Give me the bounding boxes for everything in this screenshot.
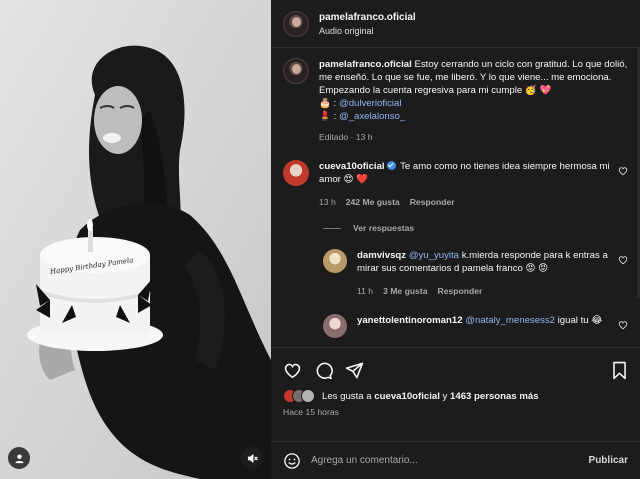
- caption-countdown: Empezando la cuenta regresiva para mi cu…: [319, 85, 552, 96]
- likes-user[interactable]: cueva10oficial: [374, 391, 440, 402]
- caption-username[interactable]: pamelafranco.oficial: [319, 59, 412, 70]
- verified-icon: [386, 161, 396, 170]
- caption-credit-2-handle[interactable]: @_axelalonso_: [339, 111, 405, 122]
- caption: pamelafranco.oficial Estoy cerrando un c…: [283, 58, 628, 144]
- likes-count[interactable]: 1463 personas más: [450, 391, 539, 402]
- reply-button[interactable]: Responder: [438, 285, 483, 298]
- likes-summary[interactable]: Les gusta a cueva10oficial y 1463 person…: [283, 389, 628, 403]
- view-replies-toggle[interactable]: Ver respuestas: [323, 223, 628, 233]
- avatar[interactable]: [283, 10, 309, 37]
- avatar[interactable]: [323, 249, 347, 273]
- mute-icon: [247, 453, 258, 463]
- post-photo: Happy Birthday Pamela: [0, 0, 271, 479]
- view-replies-label[interactable]: Ver respuestas: [353, 223, 414, 233]
- reply-username[interactable]: damvivsqz: [357, 250, 406, 261]
- heart-icon[interactable]: [618, 320, 628, 330]
- comment-input[interactable]: Agrega un comentario...: [311, 455, 579, 466]
- reply-text: igual tu 😂: [557, 315, 603, 326]
- comment-username[interactable]: cueva10oficial: [319, 161, 385, 172]
- publish-button[interactable]: Publicar: [589, 455, 628, 466]
- caption-edited: Editado · 13 h: [319, 132, 373, 142]
- likes-prefix: Les gusta a: [322, 390, 375, 402]
- avatar[interactable]: [283, 58, 309, 84]
- caption-credit-1-emoji: 🎂 :: [319, 98, 337, 109]
- emoji-icon[interactable]: [283, 452, 301, 470]
- caption-credit-1-handle[interactable]: @dulverioficial: [339, 98, 402, 109]
- reply-time[interactable]: 11 h: [357, 285, 373, 298]
- posted-time: Hace 15 horas: [283, 407, 339, 417]
- post-media[interactable]: Happy Birthday Pamela: [0, 0, 271, 479]
- bookmark-icon[interactable]: [611, 361, 628, 380]
- comment-icon[interactable]: [314, 361, 333, 380]
- author-username[interactable]: pamelafranco.oficial: [319, 12, 416, 23]
- reply-item: damvivsqz @yu_yuyita k.mierda responde p…: [323, 249, 628, 298]
- avatar[interactable]: [323, 314, 347, 338]
- post-footer: Les gusta a cueva10oficial y 1463 person…: [271, 347, 640, 479]
- heart-icon[interactable]: [283, 361, 302, 380]
- post-header: pamelafranco.oficial Audio original: [271, 0, 640, 48]
- reply-mention[interactable]: @yu_yuyita: [409, 250, 459, 261]
- add-comment-bar: Agrega un comentario... Publicar: [271, 441, 640, 479]
- divider: [323, 227, 341, 229]
- avatar: [301, 389, 315, 403]
- action-bar: [283, 358, 628, 382]
- share-icon[interactable]: [345, 361, 364, 380]
- comments-list[interactable]: pamelafranco.oficial Estoy cerrando un c…: [271, 48, 640, 347]
- avatar[interactable]: [283, 160, 309, 186]
- comment-item: cueva10oficial Te amo como no tienes ide…: [283, 160, 628, 209]
- comment-likes[interactable]: 242 Me gusta: [346, 196, 400, 209]
- reply-mention[interactable]: @nataly_menesess2: [465, 315, 555, 326]
- heart-icon[interactable]: [618, 255, 628, 265]
- user-tag-icon: [14, 453, 24, 463]
- comment-time[interactable]: 13 h: [319, 196, 336, 209]
- audio-label[interactable]: Audio original: [319, 26, 416, 36]
- caption-credit-2-emoji: 💄 :: [319, 111, 337, 122]
- reply-item: yanettolentinoroman12 @nataly_menesess2 …: [323, 314, 628, 338]
- reply-username[interactable]: yanettolentinoroman12: [357, 315, 463, 326]
- mute-button[interactable]: [241, 447, 263, 469]
- heart-icon[interactable]: [618, 166, 628, 176]
- likes-middle: y: [439, 390, 451, 402]
- post-modal: Happy Birthday Pamela pamelafranco.ofici…: [0, 0, 640, 479]
- user-tag-button[interactable]: [8, 447, 30, 469]
- post-panel: pamelafranco.oficial Audio original pame…: [271, 0, 640, 479]
- reply-button[interactable]: Responder: [410, 196, 455, 209]
- reply-likes[interactable]: 3 Me gusta: [383, 285, 427, 298]
- likers-avatars: [283, 389, 315, 403]
